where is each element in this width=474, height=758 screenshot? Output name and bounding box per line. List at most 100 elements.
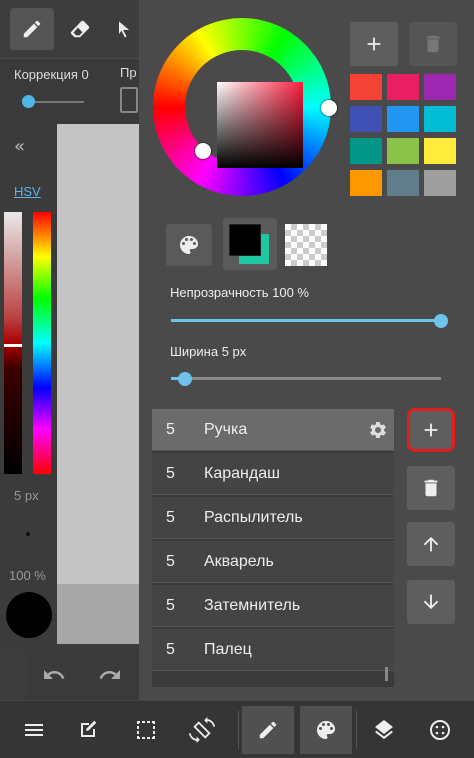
color-palette-button[interactable]: [300, 706, 352, 754]
top-toolbar: [0, 0, 140, 58]
saturation-value-square[interactable]: [217, 82, 303, 168]
width-slider-knob[interactable]: [177, 372, 192, 386]
brush-button[interactable]: [242, 706, 294, 754]
opacity-slider-knob[interactable]: [434, 314, 448, 328]
brush-name: Акварель: [204, 552, 274, 570]
brush-row[interactable]: 5 Распылитель: [152, 497, 394, 539]
eraser-icon: [70, 20, 90, 38]
opacity-slider[interactable]: [171, 319, 441, 322]
edit-button[interactable]: [62, 706, 114, 754]
brush-row[interactable]: 5 Карандаш: [152, 453, 394, 495]
color-swatch[interactable]: [424, 74, 456, 100]
correction-slider-knob[interactable]: [22, 95, 35, 108]
color-swatch[interactable]: [350, 138, 382, 164]
opacity-slider-fill: [171, 319, 441, 322]
brush-row[interactable]: 5 Затемнитель: [152, 585, 394, 627]
undo-icon[interactable]: [42, 663, 66, 687]
bar-marker: [4, 344, 22, 347]
color-swatch[interactable]: [424, 138, 456, 164]
correction-label: Коррекция 0: [14, 67, 89, 82]
brush-name: Карандаш: [204, 464, 280, 482]
pencil-tool-button[interactable]: [10, 8, 54, 50]
color-swatch[interactable]: [350, 170, 382, 196]
delete-color-button[interactable]: [409, 22, 457, 66]
redo-icon[interactable]: [98, 663, 122, 687]
rotate-icon: [189, 717, 215, 743]
selection-icon: [137, 721, 155, 739]
saturation-bar[interactable]: [4, 212, 22, 474]
brush-size: 5: [166, 464, 175, 482]
select-tool-button[interactable]: [108, 8, 140, 50]
color-swatch[interactable]: [387, 170, 419, 196]
more-button[interactable]: [414, 706, 466, 754]
pr-label: Пр: [120, 65, 137, 80]
brush-size: 5: [166, 552, 175, 570]
arrow-down-icon: [423, 594, 439, 610]
undo-redo-bar: [26, 650, 138, 700]
toolbar-separator: [356, 711, 357, 749]
layers-icon: [375, 720, 393, 740]
color-swatch[interactable]: [387, 106, 419, 132]
color-swatch[interactable]: [350, 106, 382, 132]
add-color-button[interactable]: [350, 22, 398, 66]
more-icon: [430, 720, 450, 740]
pencil-icon: [23, 20, 41, 38]
canvas-page[interactable]: [56, 124, 140, 584]
bottom-toolbar: [0, 700, 474, 758]
opacity-percent-label: 100 %: [9, 568, 46, 583]
eraser-tool-button[interactable]: [58, 8, 102, 50]
move-brush-up-button[interactable]: [407, 522, 455, 566]
plus-icon: [367, 37, 381, 51]
palette-icon: [180, 236, 198, 254]
brush-icon: [259, 721, 277, 739]
color-picker-popup: Непрозрачность 100 % Ширина 5 px 5 Ручка 5…: [139, 0, 474, 700]
width-label: Ширина 5 px: [170, 344, 247, 359]
menu-button[interactable]: [8, 706, 60, 754]
brush-name: Ручка: [204, 420, 248, 438]
brush-size-label: 5 px: [14, 488, 39, 503]
color-swatch[interactable]: [424, 170, 456, 196]
move-brush-down-button[interactable]: [407, 580, 455, 624]
hue-wheel[interactable]: [153, 18, 331, 196]
brush-row[interactable]: 5 Ручка: [152, 409, 394, 451]
selection-button[interactable]: [120, 706, 172, 754]
select-icon: [119, 21, 129, 38]
hue-knob[interactable]: [321, 100, 337, 116]
rotate-button[interactable]: [176, 706, 228, 754]
width-slider[interactable]: [171, 377, 441, 380]
brush-row[interactable]: 5 Акварель: [152, 541, 394, 583]
color-swatch[interactable]: [424, 106, 456, 132]
tool-options: Коррекция 0 Пр: [0, 58, 140, 124]
transparent-color-button[interactable]: [285, 224, 327, 266]
current-color-circle[interactable]: [6, 592, 52, 638]
plus-icon: [424, 423, 438, 437]
collapse-icon[interactable]: «: [14, 136, 34, 157]
color-swatch[interactable]: [387, 74, 419, 100]
app-root: Коррекция 0 Пр « HSV 5 px 100 % Непрозра…: [0, 0, 474, 758]
brush-list: 5 Ручка 5 Карандаш 5 Распылитель 5 Акварель 5 Зат…: [152, 409, 394, 687]
edit-icon: [81, 720, 97, 737]
foreground-color-swatch[interactable]: [229, 224, 261, 256]
palette-button[interactable]: [166, 224, 212, 266]
brush-size: 5: [166, 508, 175, 526]
toolbar-separator: [238, 711, 239, 749]
gear-icon[interactable]: [362, 420, 394, 440]
brush-row[interactable]: 5 Палец: [152, 629, 394, 671]
delete-brush-button[interactable]: [407, 466, 455, 510]
hsv-link[interactable]: HSV: [14, 184, 41, 199]
layers-button[interactable]: [358, 706, 410, 754]
color-swatch[interactable]: [350, 74, 382, 100]
hue-bar[interactable]: [33, 212, 51, 474]
palette-icon: [317, 721, 335, 739]
brush-list-scrollbar[interactable]: [385, 667, 388, 681]
pr-checkbox[interactable]: [120, 87, 138, 113]
brush-size: 5: [166, 640, 175, 658]
brush-name: Палец: [204, 640, 252, 658]
foreground-background-colors[interactable]: [223, 218, 277, 270]
opacity-label: Непрозрачность 100 %: [170, 285, 309, 300]
trash-icon: [426, 35, 440, 53]
color-swatch[interactable]: [387, 138, 419, 164]
sv-knob[interactable]: [195, 143, 211, 159]
add-brush-button[interactable]: [407, 408, 455, 452]
brush-size-dot: [26, 532, 30, 536]
